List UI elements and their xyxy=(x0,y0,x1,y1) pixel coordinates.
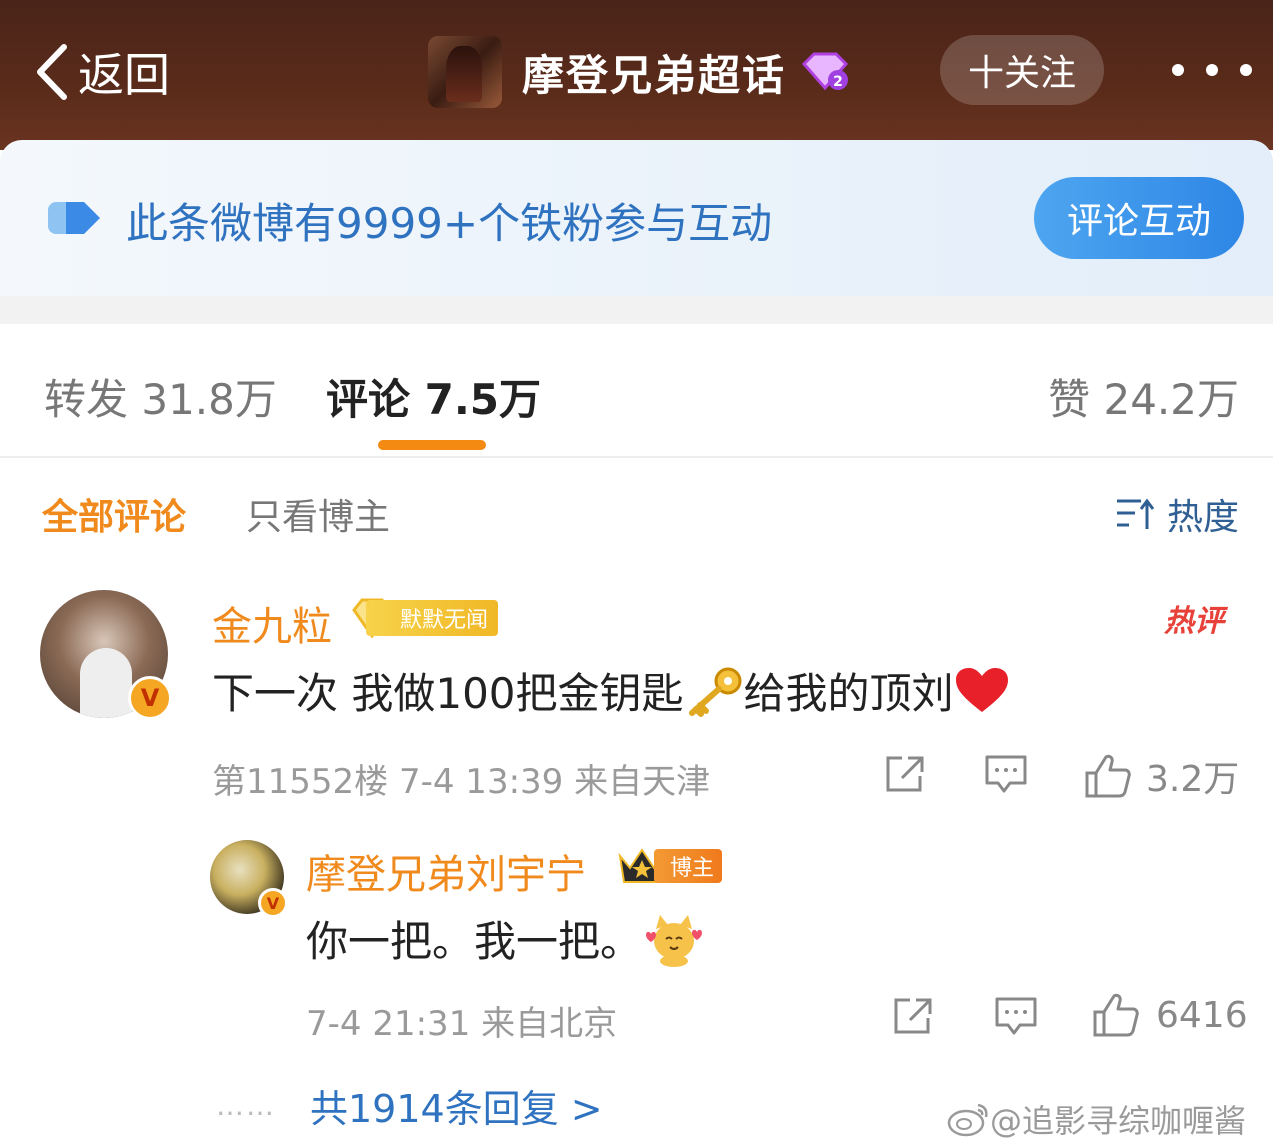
reply-button[interactable] xyxy=(984,754,1028,794)
section-divider xyxy=(0,296,1273,324)
comment-bubble-icon xyxy=(995,997,1037,1035)
comment-text: 下一次 我做100把金钥匙 给我的顶刘 xyxy=(212,660,1010,721)
verified-v-icon: V xyxy=(258,888,288,918)
comment-text-tail: 给我的顶刘 xyxy=(743,669,954,718)
tab-like[interactable]: 赞 24.2万 xyxy=(1048,366,1239,427)
topic-header[interactable]: 摩登兄弟超话 2 xyxy=(428,36,850,108)
comment-interaction-button[interactable]: 评论互动 xyxy=(1034,177,1244,259)
back-label: 返回 xyxy=(78,48,170,102)
thumbs-up-icon xyxy=(1093,993,1139,1037)
verified-v-icon: V xyxy=(128,676,172,720)
like-button[interactable]: 3.2万 xyxy=(1084,750,1239,802)
reply-username[interactable]: 摩登兄弟刘宇宁 xyxy=(306,842,586,900)
sort-icon xyxy=(1116,498,1155,529)
follow-button[interactable]: 十关注 xyxy=(940,35,1104,105)
sort-by-heat-button[interactable]: 热度 xyxy=(1115,488,1239,540)
share-icon xyxy=(894,998,932,1034)
chevron-left-icon xyxy=(37,44,67,100)
cute-dog-emoji-icon xyxy=(646,914,703,967)
reply-text-main: 你一把。我一把。 xyxy=(306,917,643,966)
comment-filter-bar: 全部评论 只看博主 热度 xyxy=(0,460,1273,560)
fan-level-badge: 1 默默无闻 xyxy=(350,598,499,638)
like-count: 3.2万 xyxy=(1146,759,1240,800)
play-arrow-icon xyxy=(48,202,100,234)
tab-bar: 转发 31.8万 评论 7.5万 赞 24.2万 xyxy=(0,324,1273,458)
svg-text:2: 2 xyxy=(833,74,843,90)
share-button[interactable] xyxy=(892,996,934,1036)
fan-badge-label: 默默无闻 xyxy=(366,600,499,636)
like-count: 6416 xyxy=(1156,994,1248,1036)
comment-text-main: 下一次 我做100把金钥匙 xyxy=(212,669,684,718)
watermark-text: @追影寻综咖喱酱 xyxy=(990,1102,1247,1140)
sort-label: 热度 xyxy=(1166,497,1239,538)
share-icon xyxy=(886,756,924,792)
dot-icon xyxy=(1172,64,1184,76)
weibo-logo-icon xyxy=(947,1103,988,1137)
more-replies-label: 共1914条回复 > xyxy=(310,1087,603,1131)
reply-text: 你一把。我一把。 xyxy=(306,908,706,969)
watermark: @追影寻综咖喱酱 xyxy=(946,1096,1246,1142)
like-button[interactable]: 6416 xyxy=(1092,992,1248,1038)
topic-title: 摩登兄弟超话 xyxy=(522,50,787,100)
back-button[interactable]: 返回 xyxy=(34,40,170,104)
banner-text: 此条微博有9999+个铁粉参与互动 xyxy=(126,199,773,248)
filter-author-only[interactable]: 只看博主 xyxy=(246,488,390,540)
reply-button[interactable] xyxy=(994,996,1038,1036)
key-emoji-icon xyxy=(688,667,742,717)
more-replies-dots: …… xyxy=(216,1089,276,1122)
reply-meta: 7-4 21:31 来自北京 xyxy=(306,1004,618,1044)
comment-bubble-icon xyxy=(985,755,1027,793)
comment-username[interactable]: 金九粒 xyxy=(212,594,332,652)
thumbs-up-icon xyxy=(1085,754,1131,798)
tab-comment[interactable]: 评论 7.5万 xyxy=(326,366,541,427)
host-badge: 博主 xyxy=(616,846,723,886)
host-badge-label: 博主 xyxy=(654,849,723,883)
view-more-replies-link[interactable]: …… 共1914条回复 > xyxy=(216,1078,603,1133)
comment-meta: 第11552楼 7-4 13:39 来自天津 xyxy=(212,762,711,802)
filter-all-comments[interactable]: 全部评论 xyxy=(42,488,186,540)
tab-repost[interactable]: 转发 31.8万 xyxy=(44,366,277,427)
share-button[interactable] xyxy=(884,754,926,794)
dot-icon xyxy=(1240,64,1252,76)
active-tab-indicator xyxy=(378,440,486,450)
hot-comment-tag: 热评 xyxy=(1164,604,1224,639)
diamond-level-icon: 2 xyxy=(801,52,849,91)
dot-icon xyxy=(1206,64,1218,76)
more-options-button[interactable] xyxy=(1172,50,1252,90)
topic-avatar xyxy=(428,36,502,108)
red-heart-icon xyxy=(955,667,1008,712)
